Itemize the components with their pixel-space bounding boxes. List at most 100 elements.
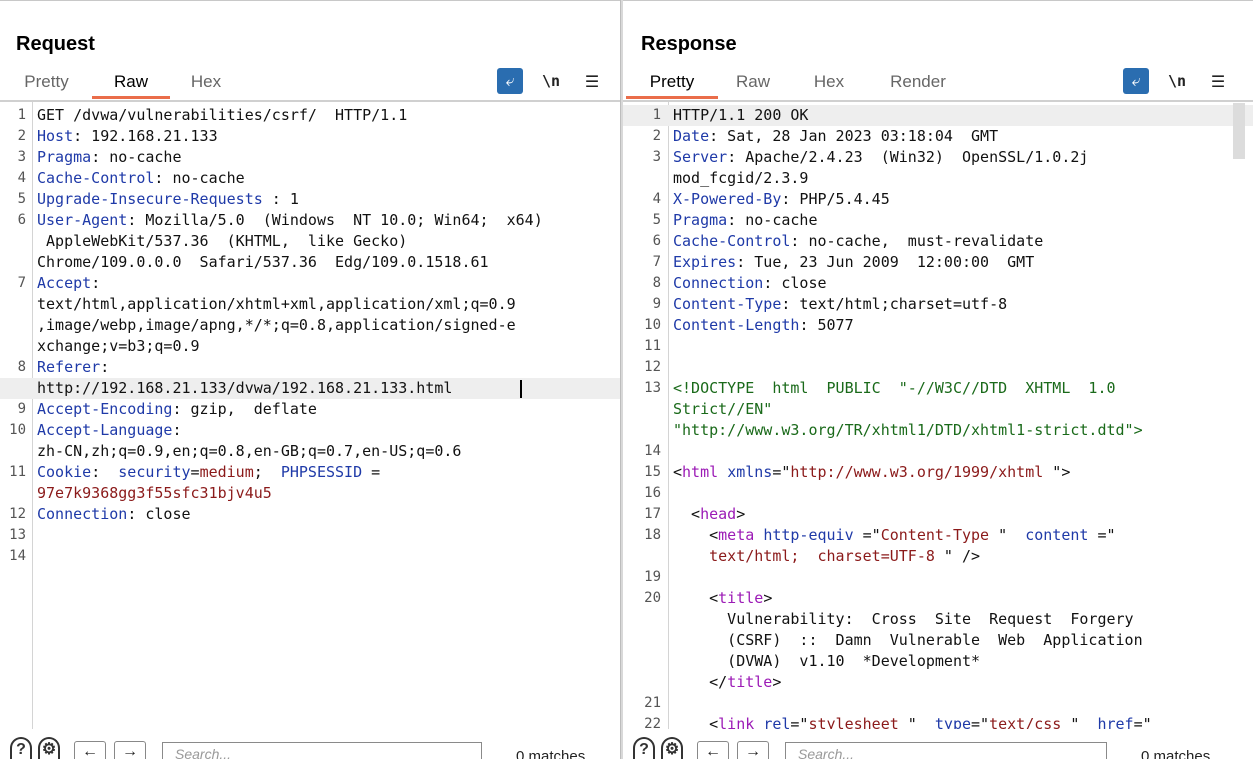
- header-name: Content-Type: [673, 295, 782, 313]
- code-line[interactable]: 11: [623, 336, 1253, 357]
- next-match-button[interactable]: →: [737, 741, 769, 759]
- code-token: ": [989, 526, 1026, 544]
- code-line[interactable]: 7 Accept:: [0, 273, 621, 294]
- code-text: X-Powered-By: PHP/5.4.45: [673, 189, 890, 210]
- text-cursor: [520, 380, 522, 398]
- request-editor[interactable]: 1 GET /dvwa/vulnerabilities/csrf/ HTTP/1.…: [0, 100, 621, 729]
- code-token: : Sat, 28 Jan 2023 03:18:04 GMT: [709, 127, 999, 145]
- code-text: Content-Length: 5077: [673, 315, 854, 336]
- code-token: : Tue, 23 Jun 2009 12:00:00 GMT: [736, 253, 1035, 271]
- code-token: =": [1133, 715, 1152, 729]
- code-line[interactable]: 7 Expires: Tue, 23 Jun 2009 12:00:00 GMT: [623, 252, 1253, 273]
- response-editor[interactable]: 1 HTTP/1.1 200 OK 2 Date: Sat, 28 Jan 2023 …: [623, 100, 1253, 729]
- code-line[interactable]: mod_fcgid/2.3.9: [623, 168, 1253, 189]
- help-icon[interactable]: ?: [633, 737, 655, 759]
- code-line[interactable]: 2 Host: 192.168.21.133: [0, 126, 621, 147]
- hamburger-menu-icon[interactable]: ☰: [579, 68, 605, 94]
- code-line[interactable]: 5 Pragma: no-cache: [623, 210, 1253, 231]
- wrap-text-icon[interactable]: ⤶: [497, 68, 523, 94]
- code-text: <head>: [673, 504, 745, 525]
- code-line[interactable]: 9 Content-Type: text/html;charset=utf-8: [623, 294, 1253, 315]
- previous-match-button[interactable]: ←: [74, 741, 106, 759]
- wrap-text-icon[interactable]: ⤶: [1123, 68, 1149, 94]
- code-line[interactable]: 16: [623, 483, 1253, 504]
- code-line[interactable]: 22 <link rel="stylesheet " type="text/cs…: [623, 714, 1253, 729]
- show-newlines-toggle[interactable]: \n: [538, 68, 564, 94]
- hamburger-menu-icon[interactable]: ☰: [1205, 68, 1231, 94]
- header-name: href: [1097, 715, 1134, 729]
- code-line[interactable]: 8 Connection: close: [623, 273, 1253, 294]
- settings-gear-icon[interactable]: ⚙: [661, 737, 683, 759]
- code-line[interactable]: 13: [0, 525, 621, 546]
- previous-match-button[interactable]: ←: [697, 741, 729, 759]
- code-token: : close: [763, 274, 827, 292]
- code-line[interactable]: ,image/webp,image/apng,*/*;q=0.8,applica…: [0, 315, 621, 336]
- help-icon[interactable]: ?: [10, 737, 32, 759]
- request-tab-hex[interactable]: Hex: [186, 67, 226, 99]
- code-line[interactable]: 2 Date: Sat, 28 Jan 2023 03:18:04 GMT: [623, 126, 1253, 147]
- next-match-button[interactable]: →: [114, 741, 146, 759]
- line-number: 11: [644, 338, 661, 354]
- code-line[interactable]: 9 Accept-Encoding: gzip, deflate: [0, 399, 621, 420]
- code-line[interactable]: 3 Pragma: no-cache: [0, 147, 621, 168]
- code-line[interactable]: 1 GET /dvwa/vulnerabilities/csrf/ HTTP/1.…: [0, 105, 621, 126]
- request-search-input[interactable]: Search...: [162, 742, 482, 759]
- code-line[interactable]: 4 X-Powered-By: PHP/5.4.45: [623, 189, 1253, 210]
- code-line[interactable]: 3 Server: Apache/2.4.23 (Win32) OpenSSL/1…: [623, 147, 1253, 168]
- code-line[interactable]: 15 <html xmlns="http://www.w3.org/1999/xh…: [623, 462, 1253, 483]
- code-line[interactable]: 97e7k9368gg3f55sfc31bjv4u5: [0, 483, 621, 504]
- code-line[interactable]: text/html; charset=UTF-8 " />: [623, 546, 1253, 567]
- code-line[interactable]: 8 Referer:: [0, 357, 621, 378]
- settings-gear-icon[interactable]: ⚙: [38, 737, 60, 759]
- code-line[interactable]: text/html,application/xhtml+xml,applicat…: [0, 294, 621, 315]
- request-tab-pretty[interactable]: Pretty: [23, 67, 70, 99]
- code-line[interactable]: 20 <title>: [623, 588, 1253, 609]
- code-line[interactable]: zh-CN,zh;q=0.9,en;q=0.8,en-GB;q=0.7,en-U…: [0, 441, 621, 462]
- code-line[interactable]: 19: [623, 567, 1253, 588]
- code-text: Expires: Tue, 23 Jun 2009 12:00:00 GMT: [673, 252, 1034, 273]
- response-tab-render[interactable]: Render: [888, 67, 948, 99]
- response-search-input[interactable]: Search...: [785, 742, 1107, 759]
- code-line[interactable]: 14: [0, 546, 621, 567]
- code-line[interactable]: (DVWA) v1.10 *Development*: [623, 651, 1253, 672]
- code-line[interactable]: Strict//EN": [623, 399, 1253, 420]
- code-line[interactable]: </title>: [623, 672, 1253, 693]
- response-scrollbar[interactable]: [1233, 103, 1245, 159]
- code-line[interactable]: 21: [623, 693, 1253, 714]
- code-line[interactable]: "http://www.w3.org/TR/xhtml1/DTD/xhtml1-…: [623, 420, 1253, 441]
- line-number: 9: [652, 296, 661, 312]
- code-line[interactable]: AppleWebKit/537.36 (KHTML, like Gecko): [0, 231, 621, 252]
- code-line[interactable]: 5 Upgrade-Insecure-Requests : 1: [0, 189, 621, 210]
- response-tab-hex[interactable]: Hex: [812, 67, 846, 99]
- code-line[interactable]: xchange;v=b3;q=0.9: [0, 336, 621, 357]
- response-tab-raw[interactable]: Raw: [736, 67, 770, 99]
- response-tab-pretty[interactable]: Pretty: [626, 67, 718, 99]
- code-line[interactable]: 18 <meta http-equiv ="Content-Type " con…: [623, 525, 1253, 546]
- code-line[interactable]: 10 Accept-Language:: [0, 420, 621, 441]
- response-toolbar: ⤶ \n ☰: [1108, 68, 1231, 94]
- code-line[interactable]: 14: [623, 441, 1253, 462]
- code-line[interactable]: 1 HTTP/1.1 200 OK: [623, 105, 1253, 126]
- code-line[interactable]: 11 Cookie: security=medium; PHPSESSID =: [0, 462, 621, 483]
- code-line[interactable]: 12: [623, 357, 1253, 378]
- code-token: : PHP/5.4.45: [781, 190, 890, 208]
- code-line[interactable]: Vulnerability: Cross Site Request Forger…: [623, 609, 1253, 630]
- code-line[interactable]: Chrome/109.0.0.0 Safari/537.36 Edg/109.0…: [0, 252, 621, 273]
- code-line[interactable]: 12 Connection: close: [0, 504, 621, 525]
- line-number: 17: [644, 506, 661, 522]
- code-line[interactable]: 6 User-Agent: Mozilla/5.0 (Windows NT 10.…: [0, 210, 621, 231]
- code-line[interactable]: (CSRF) :: Damn Vulnerable Web Applicatio…: [623, 630, 1253, 651]
- code-token: text/html,application/xhtml+xml,applicat…: [37, 295, 516, 313]
- code-line[interactable]: 10 Content-Length: 5077: [623, 315, 1253, 336]
- header-name: rel: [763, 715, 791, 729]
- response-match-count: 0 matches: [1141, 748, 1211, 759]
- code-line[interactable]: http://192.168.21.133/dvwa/192.168.21.13…: [0, 378, 621, 399]
- code-line[interactable]: 4 Cache-Control: no-cache: [0, 168, 621, 189]
- request-search-bar: ? ⚙ ← → Search... 0 matches: [0, 729, 621, 759]
- show-newlines-toggle[interactable]: \n: [1164, 68, 1190, 94]
- code-line[interactable]: 13 <!DOCTYPE html PUBLIC "-//W3C//DTD XHT…: [623, 378, 1253, 399]
- request-tab-raw[interactable]: Raw: [92, 67, 170, 99]
- line-number: 5: [652, 212, 661, 228]
- code-line[interactable]: 17 <head>: [623, 504, 1253, 525]
- code-line[interactable]: 6 Cache-Control: no-cache, must-revalidat…: [623, 231, 1253, 252]
